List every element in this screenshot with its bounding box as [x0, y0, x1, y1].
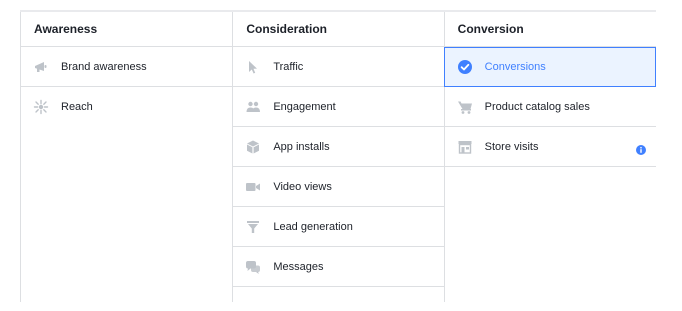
- funnel-icon: [245, 219, 261, 235]
- column-header-awareness: Awareness: [21, 12, 233, 47]
- column-awareness: Awareness Brand awareness Reach: [20, 12, 234, 302]
- objective-video-views[interactable]: Video views: [233, 167, 444, 207]
- column-consideration: Consideration Traffic Engagement App ins…: [233, 12, 445, 302]
- objective-product-catalog-sales[interactable]: Product catalog sales: [444, 87, 656, 127]
- cursor-icon: [245, 59, 261, 75]
- video-camera-icon: [245, 179, 261, 195]
- objective-brand-awareness[interactable]: Brand awareness: [21, 47, 233, 87]
- objective-board: Awareness Brand awareness Reach Consider…: [20, 10, 656, 302]
- objective-store-visits[interactable]: Store visits: [444, 127, 656, 167]
- objective-label: Brand awareness: [61, 60, 147, 73]
- check-circle-icon: [457, 59, 473, 75]
- column-conversion: Conversion Conversions Product catalog s…: [443, 12, 656, 302]
- box-icon: [245, 139, 261, 155]
- objective-traffic[interactable]: Traffic: [233, 47, 444, 87]
- objective-label: Video views: [273, 180, 332, 193]
- objective-label: Lead generation: [273, 220, 353, 233]
- objective-label: App installs: [273, 140, 330, 153]
- chat-bubbles-icon: [245, 259, 261, 275]
- people-icon: [245, 99, 261, 115]
- objective-label: Product catalog sales: [484, 100, 590, 113]
- objective-label: Store visits: [484, 140, 539, 153]
- info-icon[interactable]: [635, 142, 646, 155]
- objective-label: Traffic: [273, 60, 304, 73]
- objective-lead-generation[interactable]: Lead generation: [233, 207, 444, 247]
- objective-label: Messages: [273, 260, 324, 273]
- objective-conversions[interactable]: Conversions: [443, 47, 656, 87]
- objective-label: Conversions: [484, 61, 546, 73]
- objective-app-installs[interactable]: App installs: [233, 127, 444, 167]
- objective-engagement[interactable]: Engagement: [233, 87, 444, 127]
- store-icon: [457, 139, 473, 155]
- objective-label: Engagement: [273, 100, 336, 113]
- column-header-conversion: Conversion: [444, 12, 656, 47]
- reach-icon: [33, 99, 49, 115]
- objective-reach[interactable]: Reach: [21, 87, 232, 127]
- objective-label: Reach: [61, 101, 93, 113]
- shopping-cart-icon: [457, 99, 473, 115]
- megaphone-icon: [33, 59, 49, 75]
- column-header-consideration: Consideration: [233, 12, 444, 47]
- objective-messages[interactable]: Messages: [233, 247, 444, 287]
